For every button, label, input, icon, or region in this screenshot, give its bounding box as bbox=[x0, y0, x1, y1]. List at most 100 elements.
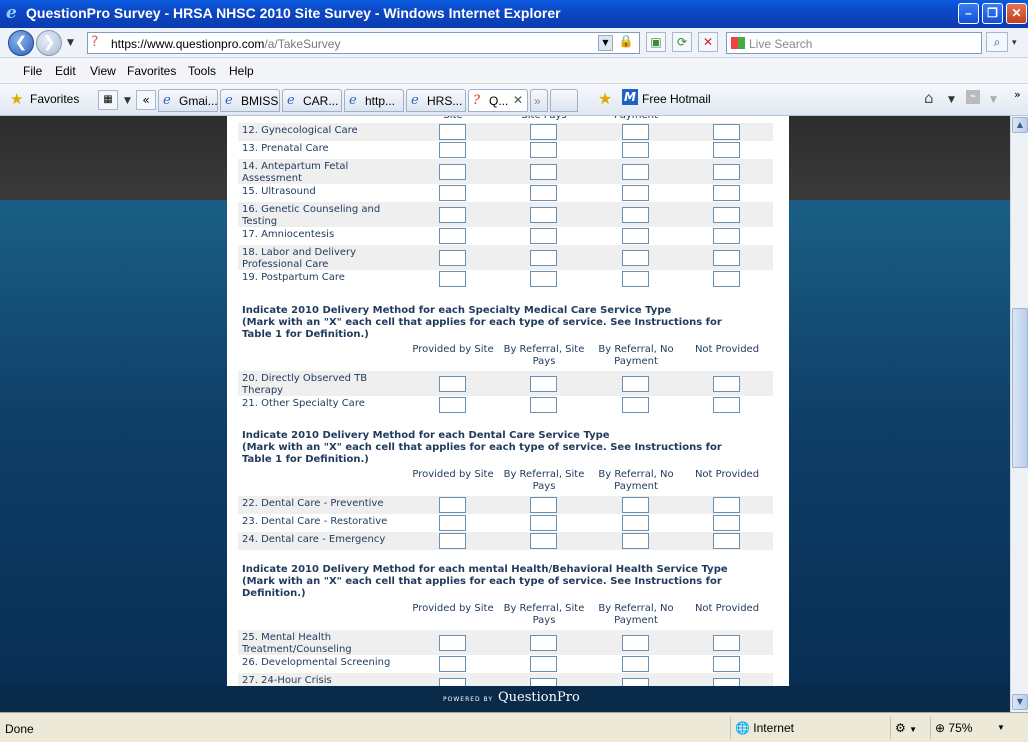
add-favorite-icon[interactable]: ★ bbox=[598, 89, 612, 108]
response-cell-1[interactable] bbox=[439, 656, 466, 672]
response-cell-4[interactable] bbox=[713, 228, 740, 244]
menu-help[interactable]: Help bbox=[229, 64, 254, 78]
menu-tools[interactable]: Tools bbox=[188, 64, 216, 78]
close-button[interactable]: ✕ bbox=[1006, 3, 1027, 24]
response-cell-1[interactable] bbox=[439, 397, 466, 413]
response-cell-2[interactable] bbox=[530, 207, 557, 223]
response-cell-3[interactable] bbox=[622, 207, 649, 223]
response-cell-2[interactable] bbox=[530, 533, 557, 549]
response-cell-4[interactable] bbox=[713, 271, 740, 287]
response-cell-3[interactable] bbox=[622, 515, 649, 531]
history-dropdown-icon[interactable]: ▼ bbox=[67, 38, 74, 48]
more-tools-icon[interactable]: » bbox=[1014, 88, 1021, 101]
vertical-scrollbar[interactable]: ▲ ▼ bbox=[1010, 116, 1028, 712]
response-cell-1[interactable] bbox=[439, 533, 466, 549]
tab-car[interactable]: e CAR... bbox=[282, 89, 342, 112]
menu-view[interactable]: View bbox=[90, 64, 116, 78]
response-cell-3[interactable] bbox=[622, 271, 649, 287]
response-cell-2[interactable] bbox=[530, 142, 557, 158]
response-cell-1[interactable] bbox=[439, 497, 466, 513]
response-cell-3[interactable] bbox=[622, 164, 649, 180]
response-cell-2[interactable] bbox=[530, 271, 557, 287]
response-cell-4[interactable] bbox=[713, 124, 740, 140]
response-cell-3[interactable] bbox=[622, 635, 649, 651]
response-cell-1[interactable] bbox=[439, 376, 466, 392]
response-cell-1[interactable] bbox=[439, 678, 466, 686]
back-button[interactable]: ❮ bbox=[8, 30, 34, 56]
restore-button[interactable]: ❐ bbox=[982, 3, 1003, 24]
menu-edit[interactable]: Edit bbox=[55, 64, 76, 78]
hotmail-link[interactable]: Free Hotmail bbox=[642, 92, 711, 106]
response-cell-3[interactable] bbox=[622, 142, 649, 158]
new-tab-button[interactable] bbox=[550, 89, 578, 112]
scroll-thumb[interactable] bbox=[1012, 308, 1028, 468]
feeds-dropdown-icon[interactable]: ▼ bbox=[990, 95, 997, 105]
tab-bmiss[interactable]: e BMISS bbox=[220, 89, 280, 112]
address-url[interactable]: https://www.questionpro.com/a/TakeSurvey bbox=[111, 37, 340, 51]
response-cell-1[interactable] bbox=[439, 185, 466, 201]
response-cell-1[interactable] bbox=[439, 124, 466, 140]
response-cell-3[interactable] bbox=[622, 185, 649, 201]
response-cell-1[interactable] bbox=[439, 635, 466, 651]
forward-button[interactable]: ❯ bbox=[36, 30, 62, 56]
tab-questionpro[interactable]: ? Q... ✕ bbox=[468, 89, 528, 112]
favorites-button[interactable]: Favorites bbox=[30, 92, 79, 106]
response-cell-1[interactable] bbox=[439, 142, 466, 158]
search-options-dropdown-icon[interactable]: ▾ bbox=[1012, 38, 1017, 48]
response-cell-4[interactable] bbox=[713, 656, 740, 672]
response-cell-3[interactable] bbox=[622, 228, 649, 244]
address-dropdown-icon[interactable]: ▼ bbox=[598, 35, 613, 51]
scroll-down-button[interactable]: ▼ bbox=[1012, 694, 1028, 710]
response-cell-1[interactable] bbox=[439, 207, 466, 223]
scroll-tabs-right-icon[interactable]: » bbox=[530, 89, 548, 112]
response-cell-4[interactable] bbox=[713, 635, 740, 651]
response-cell-2[interactable] bbox=[530, 515, 557, 531]
response-cell-1[interactable] bbox=[439, 164, 466, 180]
address-bar[interactable]: ? https://www.questionpro.com/a/TakeSurv… bbox=[87, 32, 640, 54]
tab-gmail[interactable]: e Gmai... bbox=[158, 89, 218, 112]
response-cell-3[interactable] bbox=[622, 678, 649, 686]
response-cell-2[interactable] bbox=[530, 124, 557, 140]
response-cell-2[interactable] bbox=[530, 635, 557, 651]
tab-hrs[interactable]: e HRS... bbox=[406, 89, 466, 112]
response-cell-1[interactable] bbox=[439, 228, 466, 244]
favorites-star-icon[interactable]: ★ bbox=[10, 90, 23, 108]
response-cell-2[interactable] bbox=[530, 678, 557, 686]
response-cell-2[interactable] bbox=[530, 185, 557, 201]
compatibility-view-icon[interactable]: ▣ bbox=[646, 32, 666, 52]
tab-http[interactable]: e http... bbox=[344, 89, 404, 112]
search-box[interactable]: Live Search bbox=[726, 32, 982, 54]
tab-list-dropdown-icon[interactable]: ▼ bbox=[124, 96, 131, 106]
menu-file[interactable]: File bbox=[23, 64, 42, 78]
response-cell-4[interactable] bbox=[713, 185, 740, 201]
protected-mode[interactable]: ⚙ ▼ bbox=[890, 717, 930, 739]
response-cell-1[interactable] bbox=[439, 271, 466, 287]
response-cell-3[interactable] bbox=[622, 376, 649, 392]
response-cell-4[interactable] bbox=[713, 497, 740, 513]
home-icon[interactable]: ⌂ bbox=[924, 89, 934, 107]
response-cell-1[interactable] bbox=[439, 250, 466, 266]
response-cell-3[interactable] bbox=[622, 497, 649, 513]
response-cell-4[interactable] bbox=[713, 142, 740, 158]
response-cell-4[interactable] bbox=[713, 250, 740, 266]
response-cell-2[interactable] bbox=[530, 164, 557, 180]
search-icon[interactable]: ⌕ bbox=[986, 32, 1008, 52]
response-cell-2[interactable] bbox=[530, 656, 557, 672]
response-cell-3[interactable] bbox=[622, 250, 649, 266]
minimize-button[interactable]: – bbox=[958, 3, 979, 24]
protected-mode-dropdown-icon[interactable]: ▼ bbox=[909, 725, 917, 734]
response-cell-3[interactable] bbox=[622, 124, 649, 140]
response-cell-2[interactable] bbox=[530, 397, 557, 413]
response-cell-1[interactable] bbox=[439, 515, 466, 531]
response-cell-4[interactable] bbox=[713, 376, 740, 392]
response-cell-3[interactable] bbox=[622, 397, 649, 413]
security-zone[interactable]: 🌐 Internet bbox=[730, 717, 890, 739]
close-tab-icon[interactable]: ✕ bbox=[513, 93, 523, 107]
search-input[interactable]: Live Search bbox=[749, 37, 812, 51]
response-cell-2[interactable] bbox=[530, 497, 557, 513]
zoom-control[interactable]: ⊕ 75% ▼ bbox=[930, 717, 1010, 739]
response-cell-2[interactable] bbox=[530, 250, 557, 266]
response-cell-3[interactable] bbox=[622, 656, 649, 672]
response-cell-4[interactable] bbox=[713, 397, 740, 413]
response-cell-4[interactable] bbox=[713, 515, 740, 531]
